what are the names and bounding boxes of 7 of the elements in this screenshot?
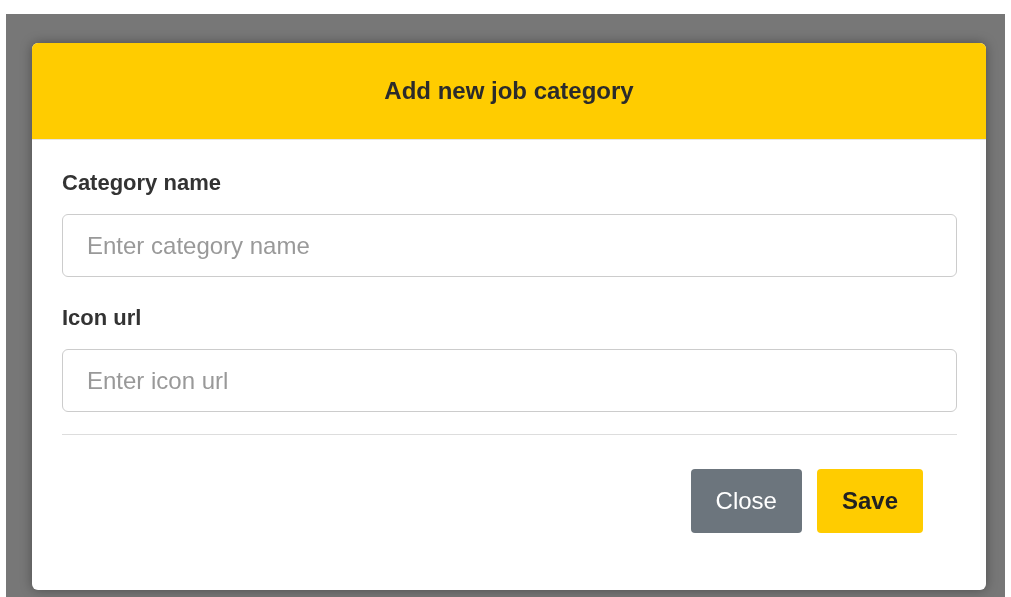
dialog-title: Add new job category: [384, 77, 634, 105]
input-field[interactable]: Enter category name: [62, 214, 957, 277]
close-button[interactable]: Close: [690, 469, 802, 533]
input-field[interactable]: Enter icon url: [62, 349, 957, 412]
field-label: Category name: [62, 170, 222, 196]
field-label: Icon url: [62, 305, 143, 331]
save-button[interactable]: Save: [816, 469, 923, 533]
